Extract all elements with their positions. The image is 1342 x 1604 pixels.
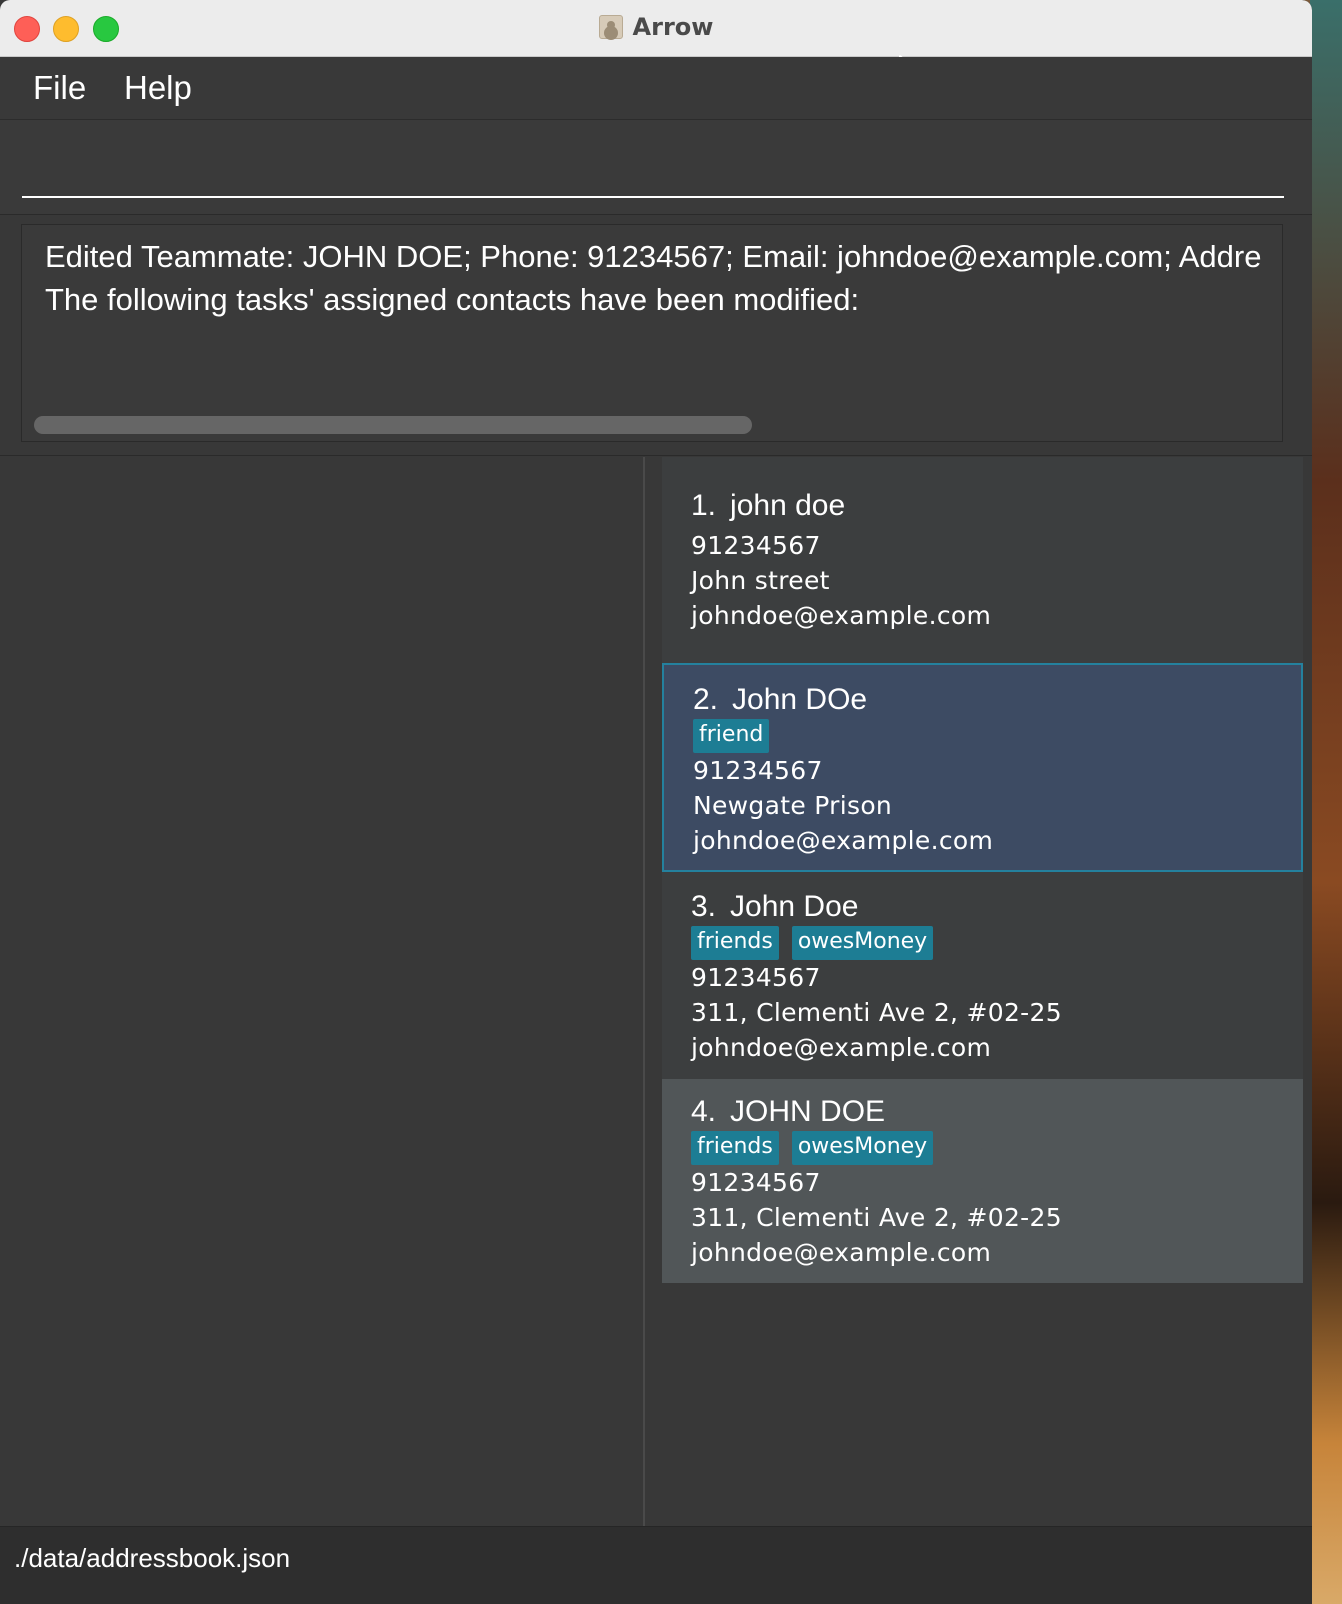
status-bar: ./data/addressbook.json [0,1526,1312,1604]
person-address: 311, Clementi Ave 2, #02-25 [691,1203,1062,1232]
tag-badge: owesMoney [791,1131,934,1165]
menu-bar: File Help [0,57,1312,120]
person-address: Newgate Prison [693,791,893,820]
result-text-line: The following tasks' assigned contacts h… [45,282,860,317]
person-phone: 91234567 [691,963,821,992]
person-list-panel[interactable]: 1. john doe 91234567 John street johndoe@… [647,457,1312,1526]
window-title: Arrow [632,13,714,41]
save-location-path: ./data/addressbook.json [14,1543,291,1573]
person-email: johndoe@example.com [693,826,994,855]
menu-help[interactable]: Help [124,69,192,107]
result-text-line: Edited Teammate: JOHN DOE; Phone: 912345… [45,239,1262,274]
person-name: 1. john doe [691,489,846,522]
person-card-hovered[interactable]: 4. JOHN DOE friends owesMoney 91234567 31… [662,1079,1303,1283]
horizontal-scrollbar[interactable] [34,416,752,434]
person-name: 4. JOHN DOE [691,1095,886,1128]
person-address: John street [691,566,830,595]
result-display-panel: Edited Teammate: JOHN DOE; Phone: 912345… [0,215,1312,456]
title-bar: Arrow [0,0,1312,57]
command-box [0,120,1312,215]
tag-badge: owesMoney [791,926,934,960]
tag-badge: friends [691,926,779,960]
person-email: johndoe@example.com [691,601,992,630]
person-name: 2. John DOe [693,683,868,716]
person-phone: 91234567 [691,531,821,560]
task-list-panel [0,457,645,1526]
tag-list: friends owesMoney [691,1131,934,1165]
app-window: Arrow File Help Edited Teammate: JOHN DO… [0,0,1312,1604]
result-display: Edited Teammate: JOHN DOE; Phone: 912345… [21,224,1283,442]
person-phone: 91234567 [691,1168,821,1197]
person-card[interactable]: 1. john doe 91234567 John street johndoe@… [662,457,1303,663]
person-address: 311, Clementi Ave 2, #02-25 [691,998,1062,1027]
person-name: 3. John Doe [691,890,859,923]
command-input[interactable] [22,130,1284,198]
address-book-icon [598,15,623,39]
person-card-selected[interactable]: 2. John DOe friend 91234567 Newgate Priso… [662,663,1303,872]
tag-list: friend [693,719,770,753]
tag-badge: friends [691,1131,779,1165]
tag-badge: friend [693,719,770,753]
title-wrap: Arrow [0,10,1312,44]
person-card[interactable]: 3. John Doe friends owesMoney 91234567 31… [662,872,1303,1079]
desktop-background [1310,0,1342,1604]
menu-file[interactable]: File [33,69,86,107]
person-email: johndoe@example.com [691,1238,992,1267]
person-email: johndoe@example.com [691,1033,992,1062]
person-phone: 91234567 [693,756,823,785]
tag-list: friends owesMoney [691,926,934,960]
